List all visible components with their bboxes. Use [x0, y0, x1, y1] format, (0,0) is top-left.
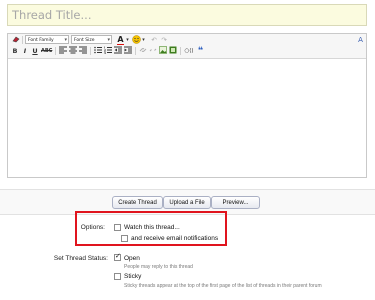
- sticky-hint: Sticky threads appear at the top of the …: [124, 283, 322, 289]
- indent-icon[interactable]: [123, 46, 132, 56]
- outdent-icon[interactable]: [113, 46, 122, 56]
- thread-title-input[interactable]: [8, 5, 366, 25]
- underline-label: U: [32, 47, 38, 55]
- thread-title-wrapper: [7, 4, 367, 26]
- toggle-source-icon[interactable]: A: [356, 35, 365, 45]
- toolbar-separator: [90, 47, 91, 55]
- code-label: ○⟨⟩: [184, 48, 194, 54]
- image-icon[interactable]: [158, 46, 167, 56]
- align-center-icon[interactable]: [68, 46, 77, 56]
- toolbar-row-1: Font Family ▾ Font Size ▾ A ▾ ▾ ↶ ↷ A: [10, 35, 364, 46]
- media-icon[interactable]: [168, 46, 177, 56]
- unlink-icon[interactable]: [148, 46, 157, 56]
- thread-status-label: Set Thread Status:: [53, 255, 108, 262]
- open-checkbox[interactable]: [114, 252, 121, 261]
- watch-thread-checkbox[interactable]: [114, 224, 121, 231]
- smiley-dropdown-icon[interactable]: ▾: [141, 35, 146, 45]
- toolbar-separator: [135, 47, 136, 55]
- toggle-source-label: A: [358, 36, 363, 44]
- font-color-icon[interactable]: A: [116, 35, 125, 45]
- watch-thread-label: Watch this thread...: [124, 224, 180, 231]
- preview-button[interactable]: Preview...: [211, 196, 260, 209]
- eraser-icon[interactable]: [11, 35, 20, 45]
- sticky-checkbox[interactable]: [114, 273, 121, 280]
- redo-icon[interactable]: ↷: [160, 35, 168, 45]
- font-color-dropdown-icon[interactable]: ▾: [125, 35, 130, 45]
- toolbar-separator: [22, 36, 23, 44]
- code-icon[interactable]: ○⟨⟩: [183, 46, 195, 56]
- editor-toolbar: Font Family ▾ Font Size ▾ A ▾ ▾ ↶ ↷ A B I …: [8, 34, 366, 59]
- italic-icon[interactable]: I: [21, 46, 29, 56]
- align-right-icon[interactable]: [78, 46, 87, 56]
- italic-label: I: [23, 47, 27, 55]
- strikethrough-icon[interactable]: ABC: [41, 46, 52, 56]
- font-size-label: Font Size: [74, 38, 95, 43]
- email-notifications-checkbox[interactable]: [121, 235, 128, 242]
- underline-icon[interactable]: U: [31, 46, 39, 56]
- smiley-icon[interactable]: [132, 35, 141, 45]
- numbered-list-icon[interactable]: [103, 46, 112, 56]
- toolbar-separator: [180, 47, 181, 55]
- toolbar-row-2: B I U ABC ○⟨⟩ ❝: [10, 46, 364, 57]
- toolbar-separator: [55, 47, 56, 55]
- bold-icon[interactable]: B: [11, 46, 19, 56]
- sticky-label: Sticky: [124, 273, 142, 280]
- create-thread-button[interactable]: Create Thread: [112, 196, 163, 209]
- message-body-textarea[interactable]: [8, 59, 366, 177]
- link-icon[interactable]: [138, 46, 147, 56]
- upload-file-button[interactable]: Upload a File: [163, 196, 211, 209]
- undo-icon[interactable]: ↶: [150, 35, 158, 45]
- options-label: Options:: [80, 224, 105, 231]
- strike-label: ABC: [41, 48, 53, 54]
- quote-icon[interactable]: ❝: [196, 46, 205, 56]
- quote-label: ❝: [197, 46, 204, 56]
- bullet-list-icon[interactable]: [93, 46, 102, 56]
- open-label: Open: [124, 255, 140, 262]
- align-left-icon[interactable]: [58, 46, 67, 56]
- font-size-select[interactable]: Font Size ▾: [71, 35, 112, 44]
- font-family-label: Font Family: [28, 38, 54, 43]
- email-notifications-label: and receive email notifications: [131, 235, 219, 242]
- font-family-select[interactable]: Font Family ▾: [25, 35, 69, 44]
- rich-text-editor: Font Family ▾ Font Size ▾ A ▾ ▾ ↶ ↷ A B I …: [7, 33, 367, 178]
- bold-label: B: [12, 47, 18, 55]
- open-hint: People may reply to this thread: [124, 264, 193, 270]
